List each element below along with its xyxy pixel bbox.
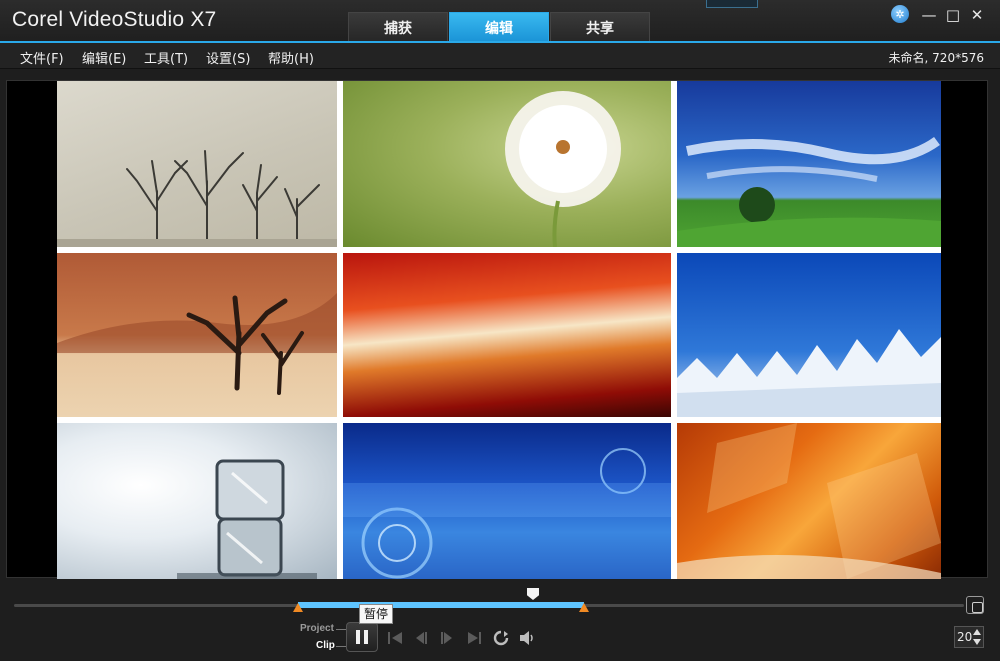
title-bar: Corel VideoStudio X7 捕获 编辑 共享 ✲ — □ ✕ [0, 0, 1000, 42]
menu-settings[interactable]: 设置(S) [206, 48, 250, 67]
playback-controls: Project Clip 暂停 20 [0, 580, 1000, 661]
minimize-button[interactable]: — [918, 6, 940, 24]
pause-tooltip: 暂停 [359, 604, 394, 624]
thumb-orange-geometric [677, 423, 941, 579]
menu-file[interactable]: 文件(F) [20, 48, 64, 67]
image-collage [57, 81, 941, 579]
mode-connector [336, 646, 346, 647]
timecode-stepper-icon[interactable] [972, 627, 982, 647]
maximize-button[interactable]: □ [942, 6, 964, 24]
thumb-snowy-forest [677, 253, 941, 417]
menu-bar: 文件(F) 编辑(E) 工具(T) 设置(S) 帮助(H) 未命名, 720*5… [0, 43, 1000, 69]
previous-frame-icon[interactable] [412, 630, 430, 646]
go-to-end-icon[interactable] [466, 630, 484, 646]
mode-connector [336, 629, 346, 630]
thumb-desert-dead-tree [57, 253, 337, 417]
thumb-ice-cubes [57, 423, 337, 579]
next-frame-icon[interactable] [438, 630, 456, 646]
repeat-icon[interactable] [492, 630, 510, 646]
tab-edit[interactable]: 编辑 [449, 12, 549, 42]
menu-tools[interactable]: 工具(T) [144, 48, 188, 67]
thumb-blue-tech-circles [343, 423, 671, 579]
workspace-tabs: 捕获 编辑 共享 [348, 12, 651, 42]
window-grip[interactable] [706, 0, 758, 8]
pause-button[interactable] [346, 622, 378, 652]
menu-help[interactable]: 帮助(H) [268, 48, 314, 67]
thumb-red-light-streaks [343, 253, 671, 417]
project-info: 未命名, 720*576 [888, 51, 984, 65]
scrubber-handle[interactable] [527, 588, 539, 600]
app-title: Corel VideoStudio X7 [12, 8, 217, 31]
timecode-value: 20 [957, 630, 973, 644]
tab-capture[interactable]: 捕获 [348, 12, 448, 42]
thumb-blue-sky-tree [677, 81, 941, 247]
volume-icon[interactable] [518, 630, 536, 646]
settings-icon[interactable]: ✲ [891, 5, 909, 23]
project-mode-label[interactable]: Project [300, 623, 334, 634]
external-preview-icon[interactable] [966, 596, 984, 614]
thumb-dandelion [343, 81, 671, 247]
menu-edit[interactable]: 编辑(E) [82, 48, 126, 67]
trim-end-marker[interactable] [579, 603, 589, 612]
clip-mode-label[interactable]: Clip [316, 640, 335, 651]
tab-share[interactable]: 共享 [550, 12, 650, 42]
preview-window[interactable] [6, 80, 988, 579]
trim-start-marker[interactable] [293, 603, 303, 612]
trim-range[interactable] [298, 602, 584, 608]
go-to-start-icon[interactable] [386, 630, 404, 646]
thumb-misty-trees [57, 81, 337, 247]
close-button[interactable]: ✕ [966, 6, 988, 24]
